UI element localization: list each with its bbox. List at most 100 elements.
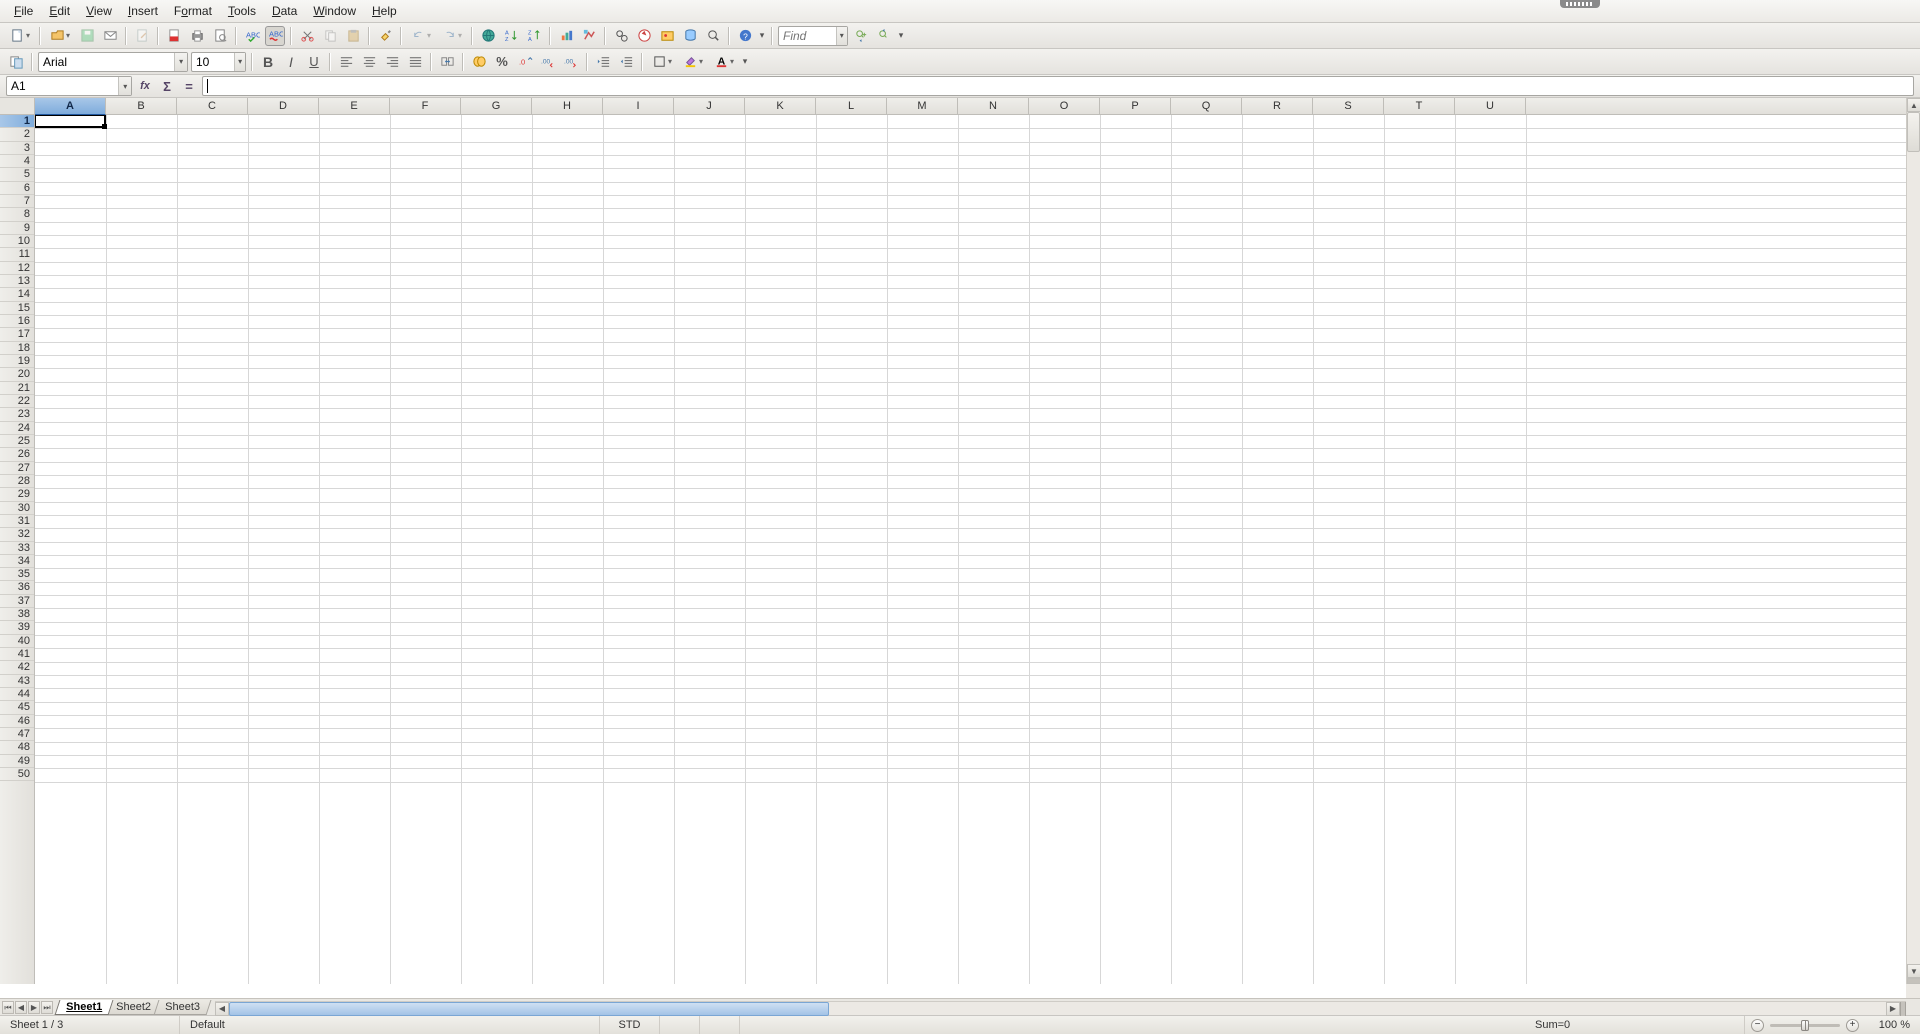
background-color-button[interactable]: ▾ xyxy=(679,52,707,72)
column-header[interactable]: K xyxy=(745,98,816,115)
row-header[interactable]: 37 xyxy=(0,595,34,608)
insert-chart-button[interactable] xyxy=(556,26,576,46)
menu-view[interactable]: View xyxy=(78,0,120,23)
hscroll-split[interactable] xyxy=(1900,1002,1906,1016)
row-header[interactable]: 27 xyxy=(0,462,34,475)
chevron-down-icon[interactable]: ▾ xyxy=(234,53,245,71)
column-header[interactable]: N xyxy=(958,98,1029,115)
row-header[interactable]: 35 xyxy=(0,568,34,581)
underline-button[interactable]: U xyxy=(304,52,324,72)
increase-indent-button[interactable] xyxy=(616,52,636,72)
hscroll-track[interactable] xyxy=(229,1002,1886,1016)
column-header[interactable]: B xyxy=(106,98,177,115)
scroll-down-button[interactable]: ▼ xyxy=(1907,964,1920,978)
row-header[interactable]: 5 xyxy=(0,168,34,181)
row-header[interactable]: 8 xyxy=(0,208,34,221)
bold-button[interactable]: B xyxy=(258,52,278,72)
row-header[interactable]: 15 xyxy=(0,302,34,315)
row-header[interactable]: 19 xyxy=(0,355,34,368)
gallery-button[interactable] xyxy=(657,26,677,46)
row-header[interactable]: 43 xyxy=(0,675,34,688)
row-header[interactable]: 16 xyxy=(0,315,34,328)
number-format-standard-button[interactable]: .0 xyxy=(515,52,535,72)
column-header[interactable]: G xyxy=(461,98,532,115)
function-equals-button[interactable]: = xyxy=(180,77,198,95)
zoom-button[interactable] xyxy=(703,26,723,46)
sheet-tab[interactable]: Sheet1 xyxy=(55,1000,114,1015)
menu-help[interactable]: Help xyxy=(364,0,405,23)
toolbar-overflow-2[interactable]: ▾ xyxy=(897,26,905,46)
cell-grid[interactable] xyxy=(35,115,1906,984)
print-button[interactable] xyxy=(187,26,207,46)
sort-ascending-button[interactable]: AZ xyxy=(501,26,521,46)
find-previous-button[interactable] xyxy=(874,26,894,46)
sort-descending-button[interactable]: ZA xyxy=(524,26,544,46)
menu-edit[interactable]: Edit xyxy=(41,0,78,23)
row-header[interactable]: 24 xyxy=(0,422,34,435)
row-header[interactable]: 46 xyxy=(0,715,34,728)
zoom-percent[interactable]: 100 % xyxy=(1865,1016,1920,1034)
formula-input[interactable] xyxy=(202,76,1914,96)
font-size-combo[interactable]: ▾ xyxy=(191,52,246,72)
percent-button[interactable]: % xyxy=(492,52,512,72)
help-button[interactable]: ? xyxy=(735,26,755,46)
sheet-prev-button[interactable]: ◀ xyxy=(15,1001,27,1014)
scroll-right-button[interactable]: ▶ xyxy=(1886,1002,1900,1016)
vertical-scrollbar[interactable]: ▲ ▼ xyxy=(1906,98,1920,984)
navigator-button[interactable] xyxy=(634,26,654,46)
row-header[interactable]: 39 xyxy=(0,621,34,634)
save-button[interactable] xyxy=(77,26,97,46)
row-headers[interactable]: 1234567891011121314151617181920212223242… xyxy=(0,115,35,984)
column-header[interactable]: I xyxy=(603,98,674,115)
find-input[interactable] xyxy=(779,29,836,43)
row-header[interactable]: 44 xyxy=(0,688,34,701)
zoom-thumb[interactable] xyxy=(1801,1020,1809,1031)
column-header[interactable]: S xyxy=(1313,98,1384,115)
column-header[interactable]: C xyxy=(177,98,248,115)
align-left-button[interactable] xyxy=(336,52,356,72)
find-replace-button[interactable] xyxy=(611,26,631,46)
row-header[interactable]: 23 xyxy=(0,408,34,421)
row-header[interactable]: 33 xyxy=(0,542,34,555)
column-header[interactable]: H xyxy=(532,98,603,115)
row-header[interactable]: 10 xyxy=(0,235,34,248)
column-header[interactable]: O xyxy=(1029,98,1100,115)
row-header[interactable]: 13 xyxy=(0,275,34,288)
chevron-down-icon[interactable]: ▾ xyxy=(174,53,187,71)
toolbar-overflow-3[interactable]: ▾ xyxy=(741,52,749,72)
menu-data[interactable]: Data xyxy=(264,0,305,23)
font-name-combo[interactable]: ▾ xyxy=(38,52,188,72)
email-document-button[interactable] xyxy=(100,26,120,46)
align-right-button[interactable] xyxy=(382,52,402,72)
zoom-in-button[interactable]: + xyxy=(1846,1019,1859,1032)
show-draw-functions-button[interactable] xyxy=(579,26,599,46)
edit-file-button[interactable] xyxy=(132,26,152,46)
data-sources-button[interactable] xyxy=(680,26,700,46)
borders-button[interactable]: ▾ xyxy=(648,52,676,72)
format-paintbrush-button[interactable] xyxy=(375,26,395,46)
font-color-button[interactable]: A▾ xyxy=(710,52,738,72)
styles-button[interactable] xyxy=(6,52,26,72)
column-header[interactable]: F xyxy=(390,98,461,115)
horizontal-scrollbar[interactable]: ◀ ▶ xyxy=(215,1001,1906,1015)
cut-button[interactable] xyxy=(297,26,317,46)
find-toolbar-input[interactable]: ▾ xyxy=(778,26,848,46)
column-header[interactable]: L xyxy=(816,98,887,115)
column-headers[interactable]: ABCDEFGHIJKLMNOPQRSTU xyxy=(35,98,1906,115)
row-header[interactable]: 47 xyxy=(0,728,34,741)
merge-cells-button[interactable] xyxy=(437,52,457,72)
row-header[interactable]: 21 xyxy=(0,382,34,395)
print-preview-button[interactable] xyxy=(210,26,230,46)
status-style[interactable]: Default xyxy=(180,1016,600,1034)
row-header[interactable]: 50 xyxy=(0,768,34,781)
row-header[interactable]: 1 xyxy=(0,115,34,128)
auto-spellcheck-button[interactable]: ABC xyxy=(265,26,285,46)
row-header[interactable]: 12 xyxy=(0,262,34,275)
paste-button[interactable] xyxy=(343,26,363,46)
row-header[interactable]: 22 xyxy=(0,395,34,408)
chevron-down-icon[interactable]: ▾ xyxy=(118,77,131,95)
align-justify-button[interactable] xyxy=(405,52,425,72)
column-header[interactable]: A xyxy=(35,98,106,115)
row-header[interactable]: 7 xyxy=(0,195,34,208)
row-header[interactable]: 9 xyxy=(0,222,34,235)
